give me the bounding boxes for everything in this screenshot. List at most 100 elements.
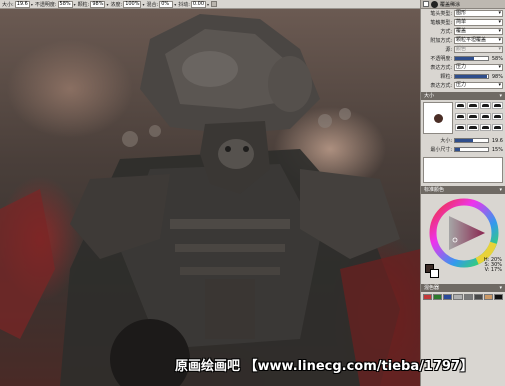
brush-shape-option[interactable] xyxy=(455,113,467,120)
toolbar-field-0: 大小: 19.6 ▾ xyxy=(2,0,33,8)
property-row: 笔触类型: 简单 ▾ xyxy=(421,18,505,27)
grain-slider[interactable] xyxy=(454,74,489,79)
property-select[interactable]: 覆盖 ▾ xyxy=(454,28,503,35)
palette-swatches xyxy=(421,292,505,302)
brush-dot-icon xyxy=(433,113,443,123)
brush-shape-option[interactable] xyxy=(491,113,503,120)
property-select[interactable]: 颗粒平坦覆盖 ▾ xyxy=(454,37,503,44)
color-section-header[interactable]: 标准颜色 ▾ xyxy=(421,186,505,194)
toolbar-field-label: 不透明度: xyxy=(34,1,57,8)
brush-size-preview xyxy=(423,102,453,134)
property-row: 附加方式: 颗粒平坦覆盖 ▾ xyxy=(421,36,505,45)
toolbar-field-label: 抖动: xyxy=(178,1,190,8)
size-slider-row: 大小: 19.6 xyxy=(421,136,505,145)
chevron-down-icon: ▾ xyxy=(498,37,501,43)
palette-swatch[interactable] xyxy=(453,294,463,300)
brush-shape-option[interactable] xyxy=(491,102,503,109)
panel-header: 覆盖稀涂 xyxy=(421,0,505,9)
brush-property-list: 笔头类型: 图形 ▾ 笔触类型: 简单 ▾ 方式: 覆盖 ▾ 附加方式: 颗粒平坦覆盖 ▾ 源: 颜色 ▾ xyxy=(421,9,505,54)
background-color-swatch[interactable] xyxy=(430,269,439,278)
property-label: 笔头类型: xyxy=(430,11,452,17)
palette-swatch[interactable] xyxy=(443,294,453,300)
property-select[interactable]: 图形 ▾ xyxy=(454,10,503,17)
toolbar-field-input[interactable]: 0% xyxy=(159,0,174,8)
toolbar-field-label: 混合: xyxy=(146,1,159,8)
grain-expression-label: 表达方式: xyxy=(430,83,452,89)
brush-shape-option[interactable] xyxy=(479,102,491,109)
brush-shape-grid xyxy=(455,102,503,134)
toolbar-field-input[interactable]: 98% xyxy=(90,0,106,8)
brush-shape-option[interactable] xyxy=(455,102,467,109)
chevron-down-icon[interactable]: ▾ xyxy=(31,2,33,7)
palette-swatch[interactable] xyxy=(423,294,433,300)
min-size-value: 15% xyxy=(491,146,503,153)
brush-shape-option[interactable] xyxy=(479,124,491,131)
property-select[interactable]: 简单 ▾ xyxy=(454,19,503,26)
grain-label: 颗粒: xyxy=(440,74,452,80)
property-value: 图形 xyxy=(456,10,467,16)
property-row: 笔头类型: 图形 ▾ xyxy=(421,9,505,18)
brush-shape-option[interactable] xyxy=(467,124,479,131)
painting-artwork xyxy=(0,14,420,386)
brush-shape-option[interactable] xyxy=(467,102,479,109)
grain-expression-row: 表达方式: 压力 ▾ xyxy=(421,81,505,90)
opacity-expression-row: 表达方式: 压力 ▾ xyxy=(421,63,505,72)
brush-shape-option[interactable] xyxy=(467,113,479,120)
size-slider[interactable] xyxy=(454,138,489,143)
chevron-down-icon[interactable]: ▾ xyxy=(74,2,76,7)
palette-swatch[interactable] xyxy=(483,294,493,300)
chevron-down-icon[interactable]: ▾ xyxy=(207,2,209,7)
chevron-down-icon: ▾ xyxy=(498,46,501,52)
property-label: 附加方式: xyxy=(430,38,452,44)
chevron-down-icon[interactable]: ▾ xyxy=(174,2,176,7)
opacity-slider[interactable] xyxy=(454,56,489,61)
toolbar-field-input[interactable]: 58% xyxy=(57,0,73,8)
size-value: 19.6 xyxy=(491,137,503,144)
palette-section-header[interactable]: 混色器 ▾ xyxy=(421,284,505,292)
property-label: 方式: xyxy=(440,29,452,35)
toolbar-field-input[interactable]: 0.00 xyxy=(190,0,207,8)
chevron-down-icon[interactable]: ▾ xyxy=(142,2,144,7)
opacity-label: 不透明度: xyxy=(430,56,452,62)
toolbar-field-5: 抖动: 0.00 ▾ xyxy=(178,0,209,8)
opacity-value: 58% xyxy=(491,55,503,62)
collapse-icon[interactable]: ▾ xyxy=(499,284,502,292)
grain-slider-row: 颗粒: 98% xyxy=(421,72,505,81)
toolbar-field-input[interactable]: 100% xyxy=(123,0,142,8)
toolbar-field-3: 浓度: 100% ▾ xyxy=(111,0,145,8)
palette-swatch[interactable] xyxy=(493,294,503,300)
property-value: 颜色 xyxy=(456,46,467,52)
toolbar-field-input[interactable]: 19.6 xyxy=(14,0,30,8)
tool-options-bar: 大小: 19.6 ▾ 不透明度: 58% ▾ 颗粒: 98% ▾ 浓度: 100% ▾ 混合: 0% ▾ 抖动… xyxy=(0,0,420,9)
chevron-down-icon: ▾ xyxy=(498,10,501,16)
collapse-icon[interactable]: ▾ xyxy=(499,186,502,194)
painting-canvas[interactable] xyxy=(0,9,420,386)
chevron-down-icon[interactable]: ▾ xyxy=(106,2,108,7)
brush-tip-icon xyxy=(431,0,438,8)
property-row: 方式: 覆盖 ▾ xyxy=(421,27,505,36)
reset-tool-icon[interactable] xyxy=(211,1,218,7)
brush-shape-option[interactable] xyxy=(479,113,491,120)
brush-shape-option[interactable] xyxy=(455,124,467,131)
grain-value: 98% xyxy=(491,73,503,80)
pen-icon[interactable] xyxy=(423,1,429,7)
opacity-slider-row: 不透明度: 58% xyxy=(421,54,505,63)
property-value: 颗粒平坦覆盖 xyxy=(456,37,487,43)
min-size-label: 最小尺寸: xyxy=(430,147,452,153)
opacity-expression-label: 表达方式: xyxy=(430,65,452,71)
brush-variant-name: 覆盖稀涂 xyxy=(440,1,461,8)
property-label: 笔触类型: xyxy=(430,20,452,26)
grain-expression-select[interactable]: 压力 ▾ xyxy=(454,82,503,89)
palette-swatch[interactable] xyxy=(463,294,473,300)
toolbar-field-label: 颗粒: xyxy=(77,1,90,8)
size-section-header[interactable]: 大小 ▾ xyxy=(421,92,505,100)
collapse-icon[interactable]: ▾ xyxy=(499,92,502,100)
property-label: 源: xyxy=(445,47,452,53)
min-size-slider[interactable] xyxy=(454,147,489,152)
brush-shape-option[interactable] xyxy=(491,124,503,131)
toolbar-field-1: 不透明度: 58% ▾ xyxy=(34,0,76,8)
palette-swatch[interactable] xyxy=(473,294,483,300)
palette-swatch[interactable] xyxy=(433,294,443,300)
color-picker: H: 20% S: 30% V: 17% xyxy=(421,194,505,282)
opacity-expression-select[interactable]: 压力 ▾ xyxy=(454,64,503,71)
